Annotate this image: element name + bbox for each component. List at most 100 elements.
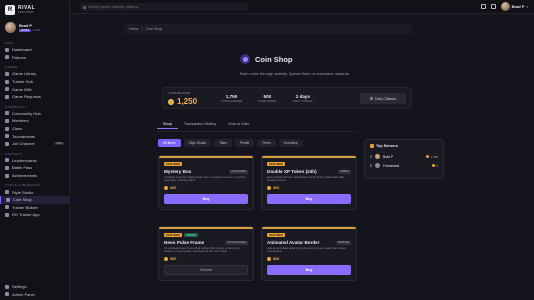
item-name: Double XP Token (24h) bbox=[267, 169, 317, 174]
sidebar-item-label: Coin Shop bbox=[13, 197, 32, 203]
filter-style-studio[interactable]: Style Studio bbox=[183, 139, 212, 147]
price-value: 500 bbox=[170, 257, 177, 261]
sidebar-item-trainer-builder[interactable]: Trainer Builder bbox=[0, 204, 69, 212]
rank: 1 bbox=[370, 154, 372, 159]
app-logo[interactable]: R RIVAL FRONTIER bbox=[0, 0, 69, 18]
owned-badge: OWNED bbox=[183, 233, 198, 237]
chevron-down-icon: ▾ bbox=[526, 4, 528, 9]
sidebar-item-label: Admin Panel bbox=[12, 291, 35, 297]
featured-badge: FEATURED bbox=[267, 162, 285, 166]
sidebar-item-leaderboards[interactable]: Leaderboards bbox=[0, 157, 69, 165]
filter-all-items[interactable]: All Items bbox=[158, 139, 181, 147]
search-input[interactable] bbox=[88, 5, 238, 9]
item-name: Mystery Box bbox=[164, 169, 192, 174]
sidebar-item-rg-trainer-app[interactable]: RG Trainer App bbox=[0, 211, 69, 219]
sidebar-item-trainer-hub[interactable]: Trainer Hub bbox=[0, 78, 69, 86]
tab-transaction-history[interactable]: Transaction History bbox=[178, 120, 223, 129]
item-description: Earn double XP from all activities for 2… bbox=[267, 175, 345, 183]
sidebar-item-dashboard[interactable]: Dashboard bbox=[0, 46, 69, 54]
tab-shop[interactable]: Shop bbox=[157, 120, 178, 129]
rank: 2 bbox=[370, 163, 372, 168]
sidebar-item-coin-shop[interactable]: Coin Shop bbox=[0, 195, 69, 204]
item-price: 400 bbox=[262, 183, 356, 190]
stat-total-earned: 1,750 TOTAL EARNED bbox=[221, 94, 242, 103]
page-subtitle: Earn coins through activity. Spend them … bbox=[240, 71, 350, 76]
sidebar-item-label: Job Channel bbox=[12, 141, 35, 147]
buy-button[interactable]: Buy bbox=[267, 265, 351, 275]
buy-button[interactable]: Buy bbox=[267, 194, 351, 204]
sidebar-item-label: Dashboard bbox=[12, 47, 32, 53]
filter-perks[interactable]: Perks bbox=[257, 139, 276, 147]
sidebar-item-battle-pass[interactable]: Battle Pass bbox=[0, 164, 69, 172]
daily-claim-button[interactable]: Daily Claimed bbox=[360, 93, 406, 104]
item-category: STYLE STUDIO bbox=[225, 240, 248, 245]
briefcase-icon bbox=[5, 141, 9, 146]
level-badge: Lvl 14 bbox=[33, 29, 40, 32]
user-menu[interactable]: Brad P ▾ bbox=[500, 2, 528, 11]
sidebar-item-community-hub[interactable]: Community Hub bbox=[0, 110, 69, 118]
grid-icon bbox=[5, 47, 9, 52]
filter-profile[interactable]: Profile bbox=[235, 139, 255, 147]
sidebar-profile[interactable]: Brad P ADMIN Lvl 14 bbox=[0, 18, 69, 37]
stat-label: DAILY STREAK bbox=[293, 99, 313, 103]
coin-icon bbox=[164, 257, 168, 261]
sidebar-item-style-studio[interactable]: Style Studio bbox=[0, 188, 69, 196]
sidebar-item-job-channel[interactable]: Job Channel NEW bbox=[0, 140, 69, 148]
stat-daily-streak: 2 days DAILY STREAK bbox=[293, 94, 313, 103]
book-icon bbox=[5, 87, 9, 92]
sidebar-item-members[interactable]: Members bbox=[0, 117, 69, 125]
earner-amount: 1,750 bbox=[430, 154, 438, 159]
tabs-divider bbox=[157, 131, 357, 132]
sidebar-item-game-wiki[interactable]: Game Wiki bbox=[0, 85, 69, 93]
item-name: Neon Pulse Frame bbox=[164, 240, 205, 245]
coin-icon bbox=[168, 98, 174, 105]
stat-total-spent: 500 TOTAL SPENT bbox=[258, 94, 277, 103]
buy-button[interactable]: Buy bbox=[164, 194, 248, 204]
sidebar-bottom: Settings Admin Panel bbox=[0, 283, 69, 298]
sidebar-item-tournaments[interactable]: Tournaments bbox=[0, 132, 69, 140]
page-title: Coin Shop bbox=[255, 54, 293, 64]
list-item[interactable]: 1 Brad P 1,750 bbox=[365, 152, 443, 161]
user-icon bbox=[5, 118, 9, 123]
filter-titles[interactable]: Titles bbox=[214, 139, 232, 147]
featured-badge: FEATURED bbox=[267, 233, 285, 237]
coin-shop-icon bbox=[240, 54, 250, 64]
shop-item-card: FEATURED Mystery Box EXCLUSIVE Contains … bbox=[158, 155, 254, 210]
sidebar-section-title: CONTENT bbox=[5, 151, 23, 156]
coin-icon bbox=[432, 164, 436, 167]
shop-item-card: FEATURED Animated Avatar Border PROFILE … bbox=[261, 226, 357, 281]
sidebar-item-label: Style Studio bbox=[12, 189, 34, 195]
check-circle-icon bbox=[370, 97, 374, 100]
breadcrumb-home[interactable]: Home bbox=[129, 27, 139, 31]
lock-icon bbox=[5, 292, 9, 297]
sidebar-item-achievements[interactable]: Achievements bbox=[0, 172, 69, 180]
heart-icon bbox=[5, 55, 9, 60]
sidebar-item-clans[interactable]: Clans bbox=[0, 125, 69, 133]
sidebar-item-settings[interactable]: Settings bbox=[0, 283, 69, 291]
item-description: An animated neon frame that pulses with … bbox=[164, 246, 240, 254]
tab-how-to-earn[interactable]: How to Earn bbox=[222, 120, 255, 129]
filter-exclusive[interactable]: Exclusive bbox=[278, 139, 303, 147]
category-filters: All Items Style Studio Titles Profile Pe… bbox=[158, 139, 303, 147]
sidebar: R RIVAL FRONTIER Brad P ADMIN Lvl 14 MAI… bbox=[0, 0, 70, 300]
chat-icon[interactable] bbox=[480, 4, 486, 9]
page-title-group: Coin Shop bbox=[240, 54, 293, 64]
owned-button[interactable]: Owned bbox=[164, 265, 248, 275]
sidebar-item-label: Achievements bbox=[12, 173, 38, 179]
sidebar-item-patrons[interactable]: Patrons bbox=[0, 54, 69, 62]
stat-label: TOTAL SPENT bbox=[258, 99, 277, 103]
breadcrumb-separator: / bbox=[141, 27, 143, 31]
search-box[interactable] bbox=[80, 3, 248, 11]
list-item[interactable]: 2 Freshmeat 0 bbox=[365, 161, 443, 170]
item-description: Contains a random Style Studio item. Cou… bbox=[164, 175, 246, 183]
featured-badge: FEATURED bbox=[164, 162, 182, 166]
sidebar-item-admin-panel[interactable]: Admin Panel bbox=[0, 290, 69, 298]
sidebar-item-label: RG Trainer App bbox=[12, 212, 40, 218]
wrench-icon bbox=[5, 205, 9, 210]
sidebar-item-game-requests[interactable]: Game Requests bbox=[0, 93, 69, 101]
sidebar-section-title: GAMES bbox=[5, 65, 18, 70]
coin-icon bbox=[267, 257, 271, 261]
bell-icon[interactable] bbox=[490, 4, 496, 9]
sidebar-item-label: Leaderboards bbox=[12, 157, 37, 163]
sidebar-item-game-library[interactable]: Game Library bbox=[0, 70, 69, 78]
